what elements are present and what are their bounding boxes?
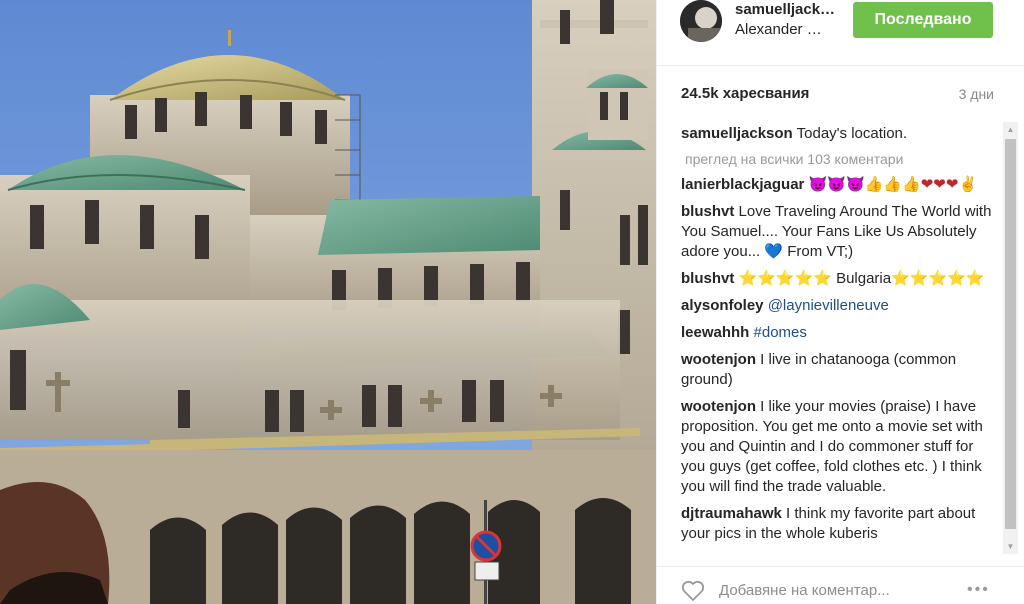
comment-item: leewahhh #domes xyxy=(681,323,1001,343)
emoji-heart-icon: ❤ xyxy=(933,176,946,193)
comment-item: alysonfoley @laynievilleneuve xyxy=(681,296,1001,316)
emoji-thumbs-up-icon: 👍 xyxy=(902,176,921,193)
caption: samuelljackson Today's location. xyxy=(681,124,1001,144)
emoji-thumbs-up-icon: 👍 xyxy=(883,176,903,193)
comment-bar: ••• xyxy=(657,566,1024,604)
likes-count[interactable]: 24.5k харесвания xyxy=(681,85,809,102)
post-header: samuelljack… Alexander … Последвано xyxy=(657,0,1024,66)
post-username[interactable]: samuelljack… xyxy=(735,1,835,18)
comments-scrollbar[interactable]: ▲ ▼ xyxy=(1003,122,1018,554)
comment-author[interactable]: wootenjon xyxy=(681,398,756,415)
avatar[interactable] xyxy=(680,0,722,42)
comment-item: lanierblackjaguar 😈😈😈👍👍👍❤❤❤✌ xyxy=(681,175,1001,195)
comments-list: samuelljackson Today's location. преглед… xyxy=(681,124,1001,554)
heart-icon[interactable] xyxy=(681,580,705,604)
more-options-icon[interactable]: ••• xyxy=(967,581,990,599)
comment-text: ⭐⭐⭐⭐⭐ Bulgaria⭐⭐⭐⭐⭐ xyxy=(738,270,985,287)
comment-item: blushvt ⭐⭐⭐⭐⭐ Bulgaria⭐⭐⭐⭐⭐ xyxy=(681,269,1001,289)
comment-mention-link[interactable]: @laynievilleneuve xyxy=(768,297,889,314)
avatar-image xyxy=(680,0,722,42)
comment-author[interactable]: leewahhh xyxy=(681,324,749,341)
post-location[interactable]: Alexander … xyxy=(735,21,822,38)
post-photo[interactable] xyxy=(0,0,656,604)
comment-author[interactable]: wootenjon xyxy=(681,351,756,368)
scroll-up-arrow-icon[interactable]: ▲ xyxy=(1003,122,1018,137)
comment-item: djtraumahawk I think my favorite part ab… xyxy=(681,504,1001,544)
post-sidebar: samuelljack… Alexander … Последвано 24.5… xyxy=(656,0,1024,604)
comment-hashtag-link[interactable]: #domes xyxy=(754,324,807,341)
comment-author[interactable]: samuelljackson xyxy=(681,125,793,142)
comment-author[interactable]: djtraumahawk xyxy=(681,505,782,522)
comment-text: Today's location. xyxy=(796,125,908,142)
scroll-down-arrow-icon[interactable]: ▼ xyxy=(1003,539,1018,554)
emoji-victory-hand-icon: ✌ xyxy=(958,176,978,193)
cathedral-photo xyxy=(0,0,656,604)
scroll-thumb[interactable] xyxy=(1005,139,1016,529)
comment-item: wootenjon I like your movies (praise) I … xyxy=(681,397,1001,497)
emoji-heart-icon: ❤ xyxy=(945,176,959,193)
comment-author[interactable]: lanierblackjaguar xyxy=(681,176,804,193)
emoji-devil-icon: 😈 xyxy=(808,176,828,193)
emoji-heart-icon: ❤ xyxy=(920,176,934,193)
comment-author[interactable]: alysonfoley xyxy=(681,297,764,314)
emoji-devil-icon: 😈 xyxy=(827,176,846,193)
likes-row: 24.5k харесвания 3 дни xyxy=(657,80,1024,110)
post-timestamp[interactable]: 3 дни xyxy=(959,86,994,102)
emoji-thumbs-up-icon: 👍 xyxy=(864,176,884,193)
comment-input[interactable] xyxy=(719,579,949,601)
comment-author[interactable]: blushvt xyxy=(681,203,734,220)
follow-button[interactable]: Последвано xyxy=(853,2,993,38)
comment-item: blushvt Love Traveling Around The World … xyxy=(681,202,1001,262)
emoji-devil-icon: 😈 xyxy=(845,176,865,193)
comment-item: wootenjon I live in chatanooga (common g… xyxy=(681,350,1001,390)
comment-author[interactable]: blushvt xyxy=(681,270,734,287)
view-all-comments-link[interactable]: преглед на всички 103 коментари xyxy=(681,151,1001,167)
